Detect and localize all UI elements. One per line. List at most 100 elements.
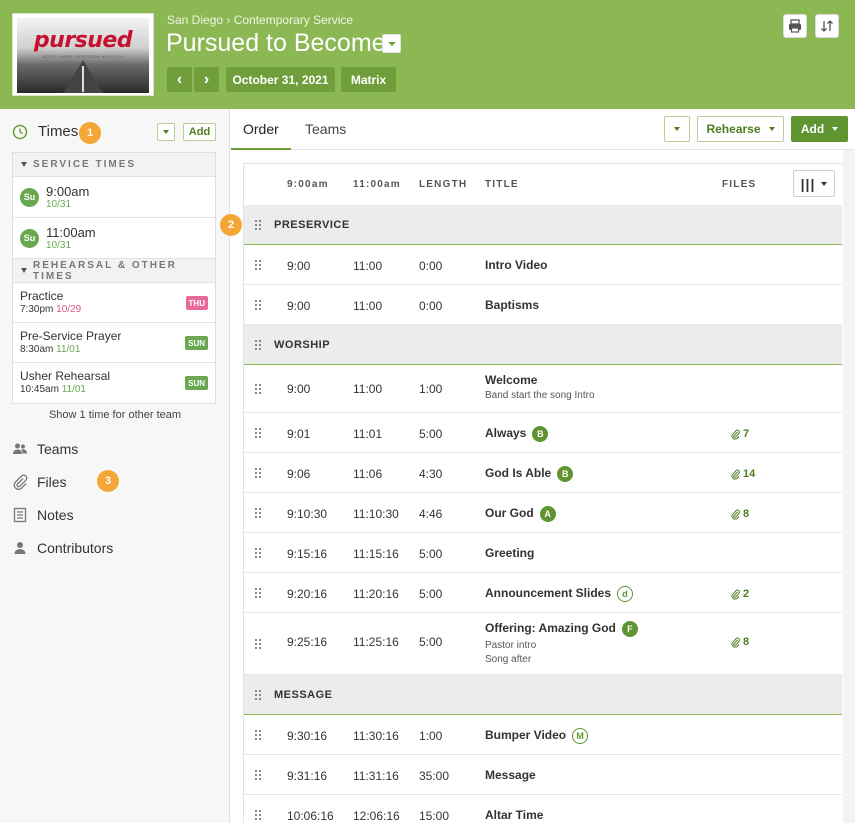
rehearsal-time: 8:30am <box>20 344 54 355</box>
item-title[interactable]: Message <box>485 768 536 782</box>
drag-handle-icon[interactable] <box>255 730 263 740</box>
item-time-2: 11:00 <box>353 259 383 273</box>
rehearsal-item[interactable]: Pre-Service Prayer 8:30am 11/01 SUN <box>13 323 215 363</box>
item-title[interactable]: God Is Able <box>485 466 551 480</box>
item-length: 5:00 <box>419 587 443 601</box>
tab-order[interactable]: Order <box>231 121 291 150</box>
column-time-1[interactable]: 9:00am <box>287 179 329 190</box>
service-times-header[interactable]: SERVICE TIMES <box>13 153 215 177</box>
tour-step-badge-2[interactable]: 2 <box>220 214 242 236</box>
series-artwork[interactable]: pursued GOD'S DIVINE OBSESSION WITH YOU <box>12 13 154 96</box>
person-icon <box>14 542 26 554</box>
item-time-2: 11:25:16 <box>353 635 399 649</box>
item-length: 15:00 <box>419 809 450 823</box>
plan-item-row[interactable]: 9:30:16 11:30:16 1:00 Bumper Video M <box>244 715 842 755</box>
item-title[interactable]: Our God <box>485 506 534 520</box>
drag-handle-icon[interactable] <box>255 340 263 350</box>
drag-handle-icon[interactable] <box>255 588 263 598</box>
drag-handle-icon[interactable] <box>255 508 263 518</box>
drag-handle-icon[interactable] <box>255 468 263 478</box>
tour-step-badge-3[interactable]: 3 <box>97 470 119 492</box>
plan-item-row[interactable]: 9:06 11:06 4:30 God Is Able B 14 <box>244 453 842 493</box>
item-title[interactable]: Bumper Video <box>485 728 566 742</box>
item-title[interactable]: Baptisms <box>485 298 539 312</box>
chevron-down-icon <box>821 181 828 186</box>
item-title[interactable]: Announcement Slides <box>485 586 611 600</box>
column-title: TITLE <box>485 179 519 190</box>
item-title[interactable]: Intro Video <box>485 258 547 272</box>
item-title-cell: Message <box>485 768 536 782</box>
drag-handle-icon[interactable] <box>255 548 263 558</box>
drag-handle-icon[interactable] <box>255 260 263 270</box>
plan-item-row[interactable]: 9:10:30 11:10:30 4:46 Our God A 8 <box>244 493 842 533</box>
tour-step-badge-1[interactable]: 1 <box>79 122 101 144</box>
item-files-link[interactable]: 7 <box>731 428 749 440</box>
column-options-button[interactable]: ||| <box>793 170 835 197</box>
plan-item-row[interactable]: 9:00 11:00 0:00 Intro Video <box>244 245 842 285</box>
next-plan-button[interactable]: › <box>194 67 219 92</box>
item-files-link[interactable]: 14 <box>731 468 755 480</box>
plan-item-row[interactable]: 9:01 11:01 5:00 Always B 7 <box>244 413 842 453</box>
plan-item-row[interactable]: 9:00 11:00 1:00 Welcome Band start the song … <box>244 365 842 413</box>
service-time-item[interactable]: Su 11:00am 10/31 <box>13 218 215 259</box>
drag-handle-icon[interactable] <box>255 428 263 438</box>
section-name: MESSAGE <box>274 689 333 701</box>
sort-button[interactable] <box>815 14 839 38</box>
service-time-item[interactable]: Su 9:00am 10/31 <box>13 177 215 218</box>
add-item-button[interactable]: Add <box>791 116 848 142</box>
plan-item-row[interactable]: 10:06:16 12:06:16 15:00 Altar Time <box>244 795 842 823</box>
drag-handle-icon[interactable] <box>255 770 263 780</box>
drag-handle-icon[interactable] <box>255 690 263 700</box>
item-title[interactable]: Welcome <box>485 373 537 387</box>
plan-item-row[interactable]: 9:31:16 11:31:16 35:00 Message <box>244 755 842 795</box>
drag-handle-icon[interactable] <box>255 384 263 394</box>
artwork-road-line <box>82 66 84 92</box>
plan-item-row[interactable]: 9:20:16 11:20:16 5:00 Announcement Slides d 2 <box>244 573 842 613</box>
rehearse-button[interactable]: Rehearse <box>697 116 784 142</box>
drag-handle-icon[interactable] <box>255 810 263 820</box>
collapse-icon <box>21 268 27 273</box>
paperclip-icon <box>731 469 740 480</box>
order-options-dropdown[interactable] <box>664 116 690 142</box>
sidebar-item-files[interactable]: Files <box>12 474 67 490</box>
times-dropdown-button[interactable] <box>157 123 175 141</box>
rehearsal-item[interactable]: Practice 7:30pm 10/29 THU <box>13 283 215 323</box>
breadcrumb[interactable]: San Diego › Contemporary Service <box>167 13 353 27</box>
column-length: LENGTH <box>419 179 468 190</box>
drag-handle-icon[interactable] <box>255 639 263 649</box>
drag-handle-icon[interactable] <box>255 300 263 310</box>
title-dropdown-button[interactable] <box>382 34 401 53</box>
plan-item-row[interactable]: 9:25:16 11:25:16 5:00 Offering: Amazing God… <box>244 613 842 675</box>
item-time-2: 11:20:16 <box>353 587 399 601</box>
item-title[interactable]: Offering: Amazing God <box>485 621 616 635</box>
item-files-link[interactable]: 2 <box>731 588 749 600</box>
paperclip-icon <box>731 509 740 520</box>
section-header[interactable]: WORSHIP <box>244 325 842 365</box>
item-title-cell: Bumper Video M <box>485 728 589 744</box>
item-files-link[interactable]: 8 <box>731 636 749 648</box>
sidebar-item-label: Notes <box>37 507 74 523</box>
item-title[interactable]: Altar Time <box>485 808 543 822</box>
item-title[interactable]: Greeting <box>485 546 534 560</box>
print-button[interactable] <box>783 14 807 38</box>
show-other-team-times-link[interactable]: Show 1 time for other team <box>0 409 230 421</box>
plan-item-row[interactable]: 9:00 11:00 0:00 Baptisms <box>244 285 842 325</box>
section-header[interactable]: PRESERVICE <box>244 205 842 245</box>
tab-teams[interactable]: Teams <box>305 121 346 137</box>
sidebar-item-teams[interactable]: Teams <box>12 441 78 457</box>
prev-plan-button[interactable]: ‹ <box>167 67 192 92</box>
column-time-2[interactable]: 11:00am <box>353 179 401 190</box>
section-header[interactable]: MESSAGE <box>244 675 842 715</box>
plan-item-row[interactable]: 9:15:16 11:15:16 5:00 Greeting <box>244 533 842 573</box>
matrix-button[interactable]: Matrix <box>341 67 396 92</box>
add-time-button[interactable]: Add <box>183 123 216 141</box>
rehearsal-times-header[interactable]: REHEARSAL & OTHER TIMES <box>13 259 215 283</box>
sidebar-item-contributors[interactable]: Contributors <box>12 540 113 556</box>
item-time-2: 11:00 <box>353 299 383 313</box>
item-files-link[interactable]: 8 <box>731 508 749 520</box>
rehearsal-item[interactable]: Usher Rehearsal 10:45am 11/01 SUN <box>13 363 215 403</box>
drag-handle-icon[interactable] <box>255 220 263 230</box>
plan-date-button[interactable]: October 31, 2021 <box>226 67 335 92</box>
sidebar-item-notes[interactable]: Notes <box>12 507 74 523</box>
item-title[interactable]: Always <box>485 426 526 440</box>
